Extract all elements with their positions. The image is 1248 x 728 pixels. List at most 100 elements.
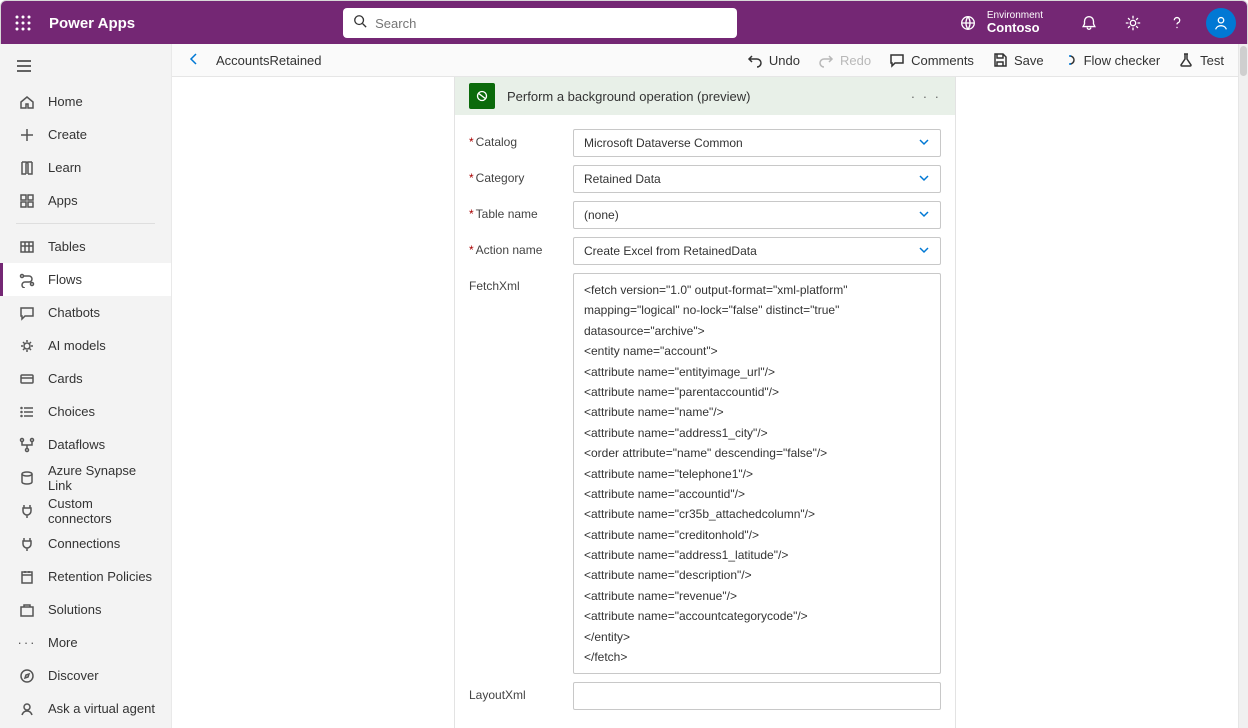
select-value: (none) [584, 208, 619, 222]
card-title: Perform a background operation (preview) [507, 89, 751, 104]
select-value: Create Excel from RetainedData [584, 244, 757, 258]
nav-item-solutions[interactable]: Solutions [0, 593, 171, 626]
nav-item-ask-agent[interactable]: Ask a virtual agent [0, 692, 171, 725]
nav-item-discover[interactable]: Discover [0, 659, 171, 692]
nav-label: Apps [48, 193, 78, 208]
nav-item-synapse[interactable]: Azure Synapse Link [0, 461, 171, 494]
nav-collapse-icon[interactable] [0, 50, 171, 85]
solutions-icon [18, 601, 36, 619]
nav-item-tables[interactable]: Tables [0, 230, 171, 263]
test-button[interactable]: Test [1178, 52, 1224, 68]
nav-label: Connections [48, 536, 120, 551]
field-label: Catalog [476, 135, 517, 149]
flow-title: AccountsRetained [216, 53, 322, 68]
nav-item-connections[interactable]: Connections [0, 527, 171, 560]
settings-icon[interactable] [1115, 5, 1151, 41]
dataverse-icon [469, 83, 495, 109]
redo-button[interactable]: Redo [818, 52, 871, 68]
nav-item-retention[interactable]: Retention Policies [0, 560, 171, 593]
table-icon [18, 238, 36, 256]
chat-icon [18, 304, 36, 322]
flow-icon [18, 271, 36, 289]
environment-icon [959, 14, 977, 32]
nav-item-home[interactable]: Home [0, 85, 171, 118]
chevron-down-icon [918, 172, 930, 187]
nav-label: Flows [48, 272, 82, 287]
check-icon [1062, 52, 1078, 68]
search-input[interactable] [375, 16, 727, 31]
undo-icon [747, 52, 763, 68]
nav-label: Home [48, 94, 83, 109]
subheader: AccountsRetained Undo Redo Comments [172, 44, 1238, 77]
catalog-select[interactable]: Microsoft Dataverse Common [573, 129, 941, 157]
fetchxml-textarea[interactable]: <fetch version="1.0" output-format="xml-… [573, 273, 941, 674]
brand-title: Power Apps [49, 15, 135, 32]
home-icon [18, 93, 36, 111]
tool-label: Comments [911, 53, 974, 68]
plus-icon [18, 126, 36, 144]
synapse-icon [18, 469, 36, 487]
card-menu-icon[interactable]: · · · [911, 89, 941, 104]
field-label: Table name [476, 207, 538, 221]
connector-icon [18, 502, 36, 520]
nav-label: Solutions [48, 602, 101, 617]
back-icon[interactable] [186, 51, 202, 70]
undo-button[interactable]: Undo [747, 52, 800, 68]
retention-icon [18, 568, 36, 586]
nav-label: Retention Policies [48, 569, 152, 584]
card-header[interactable]: Perform a background operation (preview)… [455, 77, 955, 115]
tool-label: Redo [840, 53, 871, 68]
nav-label: AI models [48, 338, 106, 353]
search-icon [353, 14, 367, 33]
help-icon[interactable] [1159, 5, 1195, 41]
layoutxml-input[interactable] [573, 682, 941, 710]
account-avatar[interactable] [1203, 5, 1239, 41]
field-label: FetchXml [469, 279, 520, 293]
table-name-select[interactable]: (none) [573, 201, 941, 229]
nav-item-custom-connectors[interactable]: Custom connectors [0, 494, 171, 527]
nav-label: Tables [48, 239, 86, 254]
notifications-icon[interactable] [1071, 5, 1107, 41]
list-icon [18, 403, 36, 421]
save-icon [992, 52, 1008, 68]
action-name-select[interactable]: Create Excel from RetainedData [573, 237, 941, 265]
nav-item-ai-models[interactable]: AI models [0, 329, 171, 362]
redo-icon [818, 52, 834, 68]
chevron-down-icon [918, 136, 930, 151]
nav-item-chatbots[interactable]: Chatbots [0, 296, 171, 329]
cards-icon [18, 370, 36, 388]
left-nav: Home Create Learn Apps Tables Flows [0, 44, 172, 728]
ai-icon [18, 337, 36, 355]
tool-label: Flow checker [1084, 53, 1161, 68]
field-label: LayoutXml [469, 688, 526, 702]
nav-item-learn[interactable]: Learn [0, 151, 171, 184]
chevron-down-icon [918, 244, 930, 259]
dataflow-icon [18, 436, 36, 454]
nav-item-cards[interactable]: Cards [0, 362, 171, 395]
environment-picker[interactable]: Environment Contoso [959, 10, 1043, 35]
select-value: Retained Data [584, 172, 661, 186]
app-launcher-icon[interactable] [13, 13, 33, 33]
nav-label: Learn [48, 160, 81, 175]
flask-icon [1178, 52, 1194, 68]
nav-item-more[interactable]: ··· More [0, 626, 171, 659]
nav-item-choices[interactable]: Choices [0, 395, 171, 428]
plug-icon [18, 535, 36, 553]
field-label: Action name [476, 243, 543, 257]
nav-item-create[interactable]: Create [0, 118, 171, 151]
nav-label: Chatbots [48, 305, 100, 320]
nav-label: Choices [48, 404, 95, 419]
nav-divider [16, 223, 155, 224]
nav-item-dataflows[interactable]: Dataflows [0, 428, 171, 461]
flow-checker-button[interactable]: Flow checker [1062, 52, 1161, 68]
category-select[interactable]: Retained Data [573, 165, 941, 193]
nav-item-flows[interactable]: Flows [0, 263, 171, 296]
field-label: Category [476, 171, 525, 185]
comments-button[interactable]: Comments [889, 52, 974, 68]
scrollbar-thumb[interactable] [1240, 46, 1247, 76]
nav-item-apps[interactable]: Apps [0, 184, 171, 217]
nav-label: More [48, 635, 78, 650]
scrollbar[interactable] [1238, 44, 1248, 728]
save-button[interactable]: Save [992, 52, 1044, 68]
search-box[interactable] [343, 8, 737, 38]
